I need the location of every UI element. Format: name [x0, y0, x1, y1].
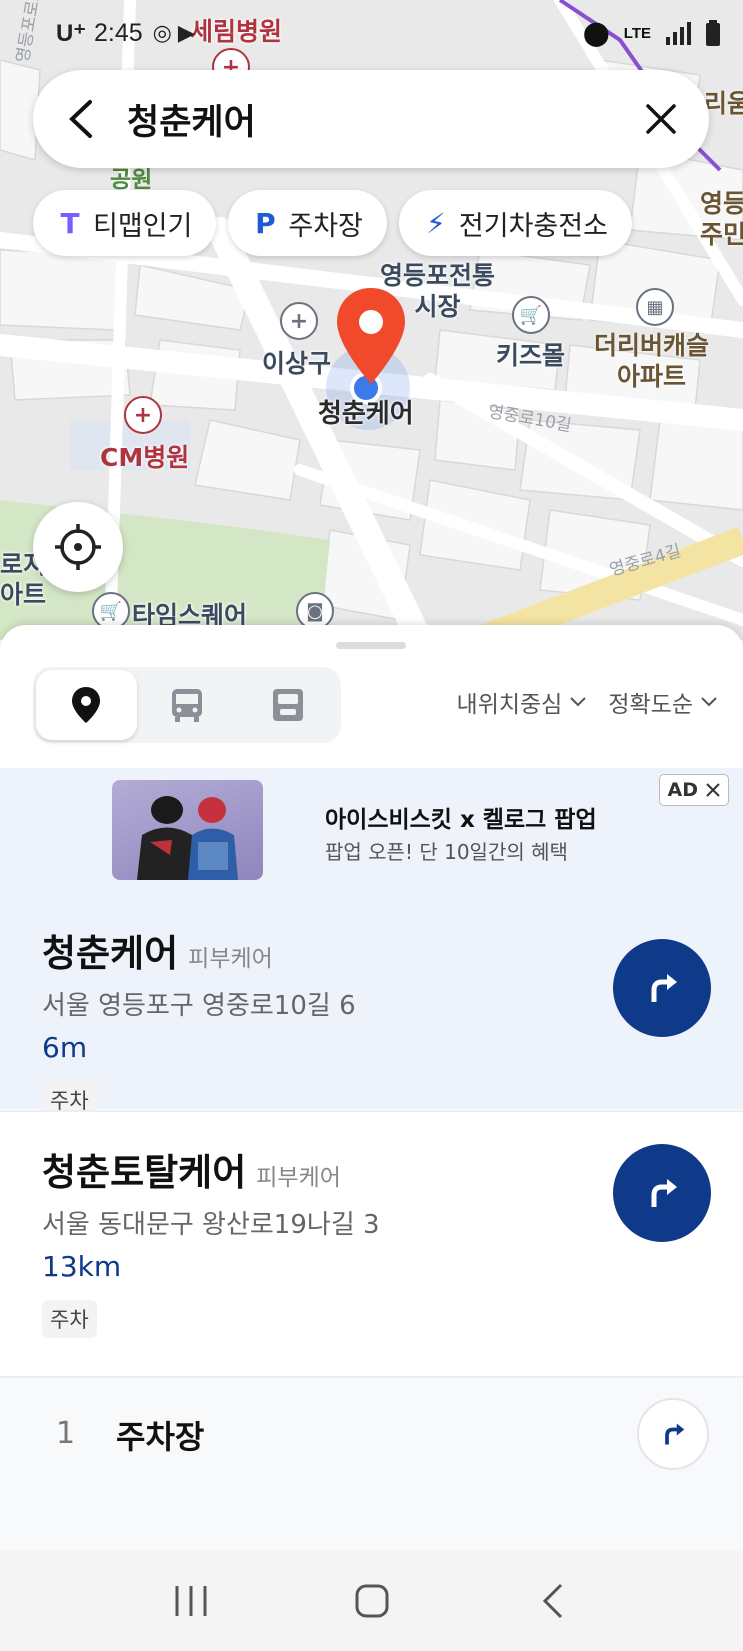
tab-bus-stop[interactable]	[237, 670, 338, 740]
youtube-icon: ▶	[177, 20, 195, 46]
parking-tag: 주차	[42, 1300, 97, 1338]
map-label-cm-hospital[interactable]: CM병원	[100, 438, 189, 474]
ad-subtitle: 팝업 오픈! 단 10일간의 혜택	[325, 840, 568, 864]
instagram-icon: ◎	[152, 20, 172, 46]
sort-by-accuracy-dropdown[interactable]: 정확도순	[608, 685, 717, 719]
location-status-icon: ⬤	[582, 19, 610, 47]
directions-button[interactable]	[637, 1398, 709, 1470]
turn-right-arrow-icon	[651, 1179, 677, 1207]
battery-icon	[706, 20, 720, 46]
hospital-icon[interactable]: +	[280, 302, 318, 340]
chip-label: 주차장	[288, 210, 363, 242]
signal-icon	[666, 22, 691, 45]
map-label-edge: 리움	[704, 89, 743, 118]
shopping-cart-icon[interactable]: 🛒	[512, 296, 550, 334]
result-title: 주차장	[116, 1418, 205, 1456]
carrier-label: U⁺	[56, 19, 86, 47]
parking-icon: P	[255, 206, 276, 240]
result-item[interactable]: 청춘토탈케어 피부케어 서울 동대문구 왕산로19나길 3 13km 주차	[0, 1110, 743, 1376]
ev-charge-icon: ⚡	[426, 206, 446, 240]
ad-title[interactable]: 아이스비스킷 x 켈로그 팝업	[325, 800, 597, 834]
result-title: 청춘케어	[42, 932, 179, 975]
tab-place[interactable]	[36, 670, 137, 740]
bus-icon	[172, 689, 202, 722]
directions-button[interactable]	[613, 939, 711, 1037]
system-nav-bar	[0, 1551, 743, 1651]
map-label-apartment[interactable]: 더리버캐슬 아파트	[594, 330, 709, 393]
recent-apps-icon	[175, 1586, 206, 1616]
mode-tabs	[33, 667, 341, 743]
close-icon	[646, 104, 676, 134]
result-category: 피부케어	[256, 1165, 341, 1191]
result-index: 1	[56, 1416, 76, 1451]
search-query[interactable]: 청춘케어	[127, 94, 256, 145]
hospital-icon[interactable]: +	[124, 396, 162, 434]
back-nav-button[interactable]	[523, 1571, 583, 1631]
network-type-label: LTE	[623, 24, 651, 42]
result-title: 청춘토탈케어	[42, 1151, 247, 1194]
tab-bus[interactable]	[137, 670, 238, 740]
result-distance: 13km	[42, 1250, 122, 1283]
status-time: 2:45	[94, 18, 143, 47]
status-bar: U⁺ 2:45 ◎ ▶ ⬤ LTE	[0, 0, 743, 66]
map-label-selected-place[interactable]: 청춘케어	[318, 393, 414, 430]
turn-right-arrow-icon	[665, 1423, 685, 1445]
result-address: 서울 동대문구 왕산로19나길 3	[42, 1210, 380, 1240]
chip-parking[interactable]: P 주차장	[228, 190, 387, 256]
sort-by-location-dropdown[interactable]: 내위치중심	[457, 685, 587, 719]
ad-badge: AD	[658, 774, 729, 806]
chevron-down-icon	[570, 697, 587, 707]
directions-button[interactable]	[613, 1144, 711, 1242]
result-name: 청춘케어 피부케어	[42, 923, 273, 977]
search-bar[interactable]: 청춘케어	[33, 70, 709, 168]
sort-label: 내위치중심	[456, 692, 563, 718]
result-distance: 6m	[42, 1031, 88, 1064]
result-item[interactable]: 청춘케어 피부케어 서울 영등포구 영중로10길 6 6m 주차	[0, 893, 743, 1119]
destination-pin-icon[interactable]	[335, 286, 407, 386]
home-icon	[355, 1584, 388, 1618]
result-item[interactable]: 1 주차장	[0, 1376, 743, 1551]
ad-image[interactable]	[112, 780, 263, 880]
sort-label: 정확도순	[608, 692, 693, 718]
bus-stop-icon	[272, 689, 303, 721]
results-sheet[interactable]: 내위치중심 정확도순 아이스비스킷 x 켈로그 팝업 팝업 오픈! 단 10일간…	[0, 625, 743, 1551]
home-button[interactable]	[342, 1571, 402, 1631]
tmap-icon: T	[60, 206, 80, 240]
crosshair-icon	[55, 524, 101, 570]
sheet-handle[interactable]	[336, 642, 406, 649]
chip-tmap-popular[interactable]: T 티맵인기	[33, 190, 217, 256]
sort-options: 내위치중심 정확도순	[457, 685, 717, 719]
recent-apps-button[interactable]	[161, 1571, 221, 1631]
result-category: 피부케어	[188, 946, 273, 972]
chevron-left-icon	[69, 100, 92, 138]
ad-badge-label: AD	[667, 779, 698, 801]
back-icon	[542, 1583, 562, 1619]
category-chips: T 티맵인기 P 주차장 ⚡ 전기차충전소	[33, 190, 632, 256]
close-ad-icon[interactable]	[706, 783, 720, 797]
result-address: 서울 영등포구 영중로10길 6	[42, 991, 356, 1021]
map-label-kidsmall[interactable]: 키즈몰	[496, 336, 565, 372]
result-name: 청춘토탈케어 피부케어	[42, 1142, 341, 1196]
clear-search-button[interactable]	[639, 97, 683, 141]
my-location-button[interactable]	[33, 502, 123, 592]
location-pin-icon	[72, 687, 101, 723]
turn-right-arrow-icon	[651, 974, 677, 1002]
ad-banner[interactable]: 아이스비스킷 x 켈로그 팝업 팝업 오픈! 단 10일간의 혜택 AD	[0, 768, 743, 893]
chip-label: 전기차충전소	[458, 210, 608, 242]
chip-ev-charging[interactable]: ⚡ 전기차충전소	[398, 190, 632, 256]
back-button[interactable]	[59, 97, 103, 141]
chip-label: 티맵인기	[93, 210, 193, 242]
chevron-down-icon	[701, 697, 717, 707]
apartment-icon[interactable]: ▦	[636, 288, 674, 326]
map-label-edge: 영등 주민	[700, 189, 743, 250]
